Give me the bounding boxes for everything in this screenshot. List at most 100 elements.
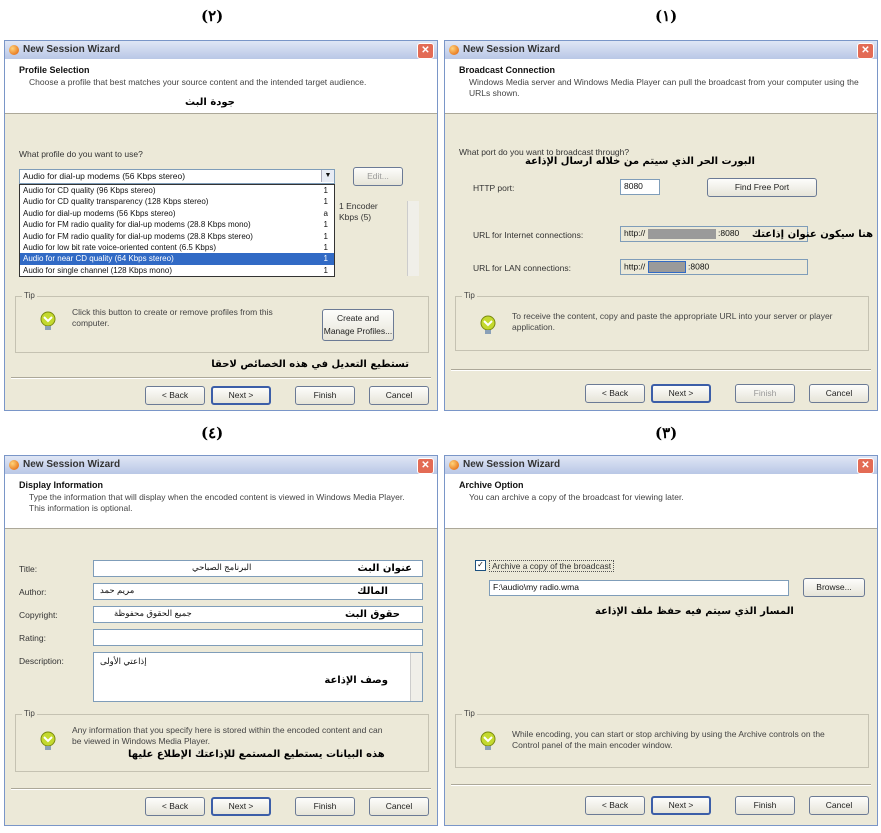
title-input[interactable]: البرنامج الصباحي عنوان البث	[93, 560, 423, 577]
header-title: Archive Option	[459, 480, 524, 490]
profile-suffix: 1	[323, 265, 328, 275]
tip-label: Tip	[462, 709, 477, 718]
wizard-header: Display Information Type the information…	[5, 474, 437, 529]
profile-list-item[interactable]: Audio for CD quality (96 Kbps stereo) 1	[20, 185, 334, 196]
separator	[11, 377, 431, 379]
lan-url-label: URL for LAN connections:	[473, 263, 571, 273]
window-title: New Session Wizard	[23, 459, 121, 470]
profile-suffix: 1	[323, 186, 328, 195]
back-button[interactable]: < Back	[145, 797, 205, 816]
finish-button[interactable]: Finish	[735, 796, 795, 815]
internet-url-scheme: http://	[624, 228, 646, 238]
profile-list-item[interactable]: Audio for CD quality transparency (128 K…	[20, 196, 334, 207]
separator	[11, 788, 431, 790]
next-button[interactable]: Next >	[651, 384, 711, 403]
copyright-label: Copyright:	[19, 610, 58, 620]
description-textarea[interactable]: إذاعتي الأولى وصف الإذاعة	[93, 652, 423, 702]
profile-list-item[interactable]: Audio for near CD quality (64 Kbps stere…	[20, 253, 334, 265]
lightbulb-icon	[480, 315, 496, 334]
cancel-button[interactable]: Cancel	[809, 796, 869, 815]
header-description: Type the information that will display w…	[29, 492, 419, 514]
window-title: New Session Wizard	[463, 44, 561, 55]
profile-name: Audio for CD quality (96 Kbps stereo)	[23, 186, 156, 195]
edit-profile-button[interactable]: Edit...	[353, 167, 403, 186]
profile-list-item[interactable]: Audio for low bit rate voice-oriented co…	[20, 242, 334, 253]
lan-url-field[interactable]: http:// :8080	[620, 259, 808, 275]
encoder-count: 1 Encoder	[339, 201, 378, 211]
archive-checkbox[interactable]: ✓	[475, 560, 486, 571]
close-button[interactable]: ✕	[417, 43, 434, 59]
chevron-down-icon[interactable]: ▼	[321, 170, 334, 182]
header-title: Broadcast Connection	[459, 65, 556, 75]
next-button[interactable]: Next >	[211, 386, 271, 405]
tip-label: Tip	[22, 291, 37, 300]
arabic-description-note: وصف الإذاعة	[324, 675, 388, 686]
app-icon	[449, 45, 459, 55]
profile-suffix: a	[323, 208, 328, 218]
profile-list[interactable]: Audio for CD quality (96 Kbps stereo) 1 Au…	[19, 184, 335, 277]
tip-group: Tip Any information that you specify her…	[15, 709, 429, 772]
next-button[interactable]: Next >	[651, 796, 711, 815]
find-free-port-button[interactable]: Find Free Port	[707, 178, 817, 197]
tip-group: Tip Click this button to create or remov…	[15, 291, 429, 353]
arabic-path-note: المسار الذي سيتم فيه حفظ ملف الإذاعة	[595, 606, 794, 617]
cancel-button[interactable]: Cancel	[369, 386, 429, 405]
redacted-ip	[647, 228, 716, 239]
finish-button[interactable]: Finish	[295, 386, 355, 405]
profile-name: Audio for low bit rate voice-oriented co…	[23, 242, 216, 252]
profile-list-item[interactable]: Audio for dial-up modems (56 Kbps stereo…	[20, 208, 334, 219]
back-button[interactable]: < Back	[145, 386, 205, 405]
rating-label: Rating:	[19, 633, 46, 643]
rating-input[interactable]	[93, 629, 423, 646]
close-button[interactable]: ✕	[857, 458, 874, 474]
header-description-line-1: Type the information that will display w…	[29, 492, 405, 502]
header-title: Profile Selection	[19, 65, 90, 75]
wizard-window-profile-selection: New Session Wizard ✕ Profile Selection C…	[4, 40, 438, 411]
app-icon	[449, 460, 459, 470]
profile-dropdown[interactable]: Audio for dial-up modems (56 Kbps stereo…	[19, 169, 335, 184]
finish-button[interactable]: Finish	[295, 797, 355, 816]
next-button[interactable]: Next >	[211, 797, 271, 816]
profile-question: What profile do you want to use?	[19, 149, 143, 159]
profile-name: Audio for FM radio quality for dial-up m…	[23, 220, 251, 230]
window-title: New Session Wizard	[463, 459, 561, 470]
profile-suffix: 1	[323, 254, 328, 264]
wizard-window-archive-option: New Session Wizard ✕ Archive Option You …	[444, 455, 878, 826]
copyright-input[interactable]: جميع الحقوق محفوظة حقوق البث	[93, 606, 423, 623]
profile-list-item[interactable]: Audio for FM radio quality for dial-up m…	[20, 219, 334, 230]
header-title: Display Information	[19, 480, 104, 490]
scrollbar[interactable]	[410, 653, 422, 701]
wizard-header: Broadcast Connection Windows Media serve…	[445, 59, 877, 114]
browse-button[interactable]: Browse...	[803, 578, 865, 597]
profile-name: Audio for CD quality transparency (128 K…	[23, 197, 209, 207]
scrollbar[interactable]	[407, 201, 419, 276]
tip-text: Any information that you specify here is…	[72, 725, 383, 746]
profile-list-item[interactable]: Audio for FM radio quality for dial-up m…	[20, 231, 334, 242]
arabic-url-note: هنا سيكون عنوان إذاعتك	[751, 229, 873, 240]
separator	[451, 369, 871, 371]
lightbulb-icon	[40, 311, 56, 330]
tip-text: To receive the content, copy and paste t…	[512, 311, 833, 332]
redacted-ip	[647, 261, 686, 273]
http-port-label: HTTP port:	[473, 183, 515, 193]
tip-text: Click this button to create or remove pr…	[72, 307, 273, 328]
cancel-button[interactable]: Cancel	[809, 384, 869, 403]
wizard-window-display-information: New Session Wizard ✕ Display Information…	[4, 455, 438, 826]
back-button[interactable]: < Back	[585, 384, 645, 403]
tip-group: Tip To receive the content, copy and pas…	[455, 291, 869, 351]
caption-panel-1: (١)	[655, 7, 678, 25]
profile-list-item[interactable]: Audio for single channel (128 Kbps mono)…	[20, 265, 334, 276]
close-button[interactable]: ✕	[417, 458, 434, 474]
cancel-button[interactable]: Cancel	[369, 797, 429, 816]
archive-path-input[interactable]: F:\audio\my radio.wma	[489, 580, 789, 596]
lightbulb-icon	[480, 731, 496, 750]
close-button[interactable]: ✕	[857, 43, 874, 59]
http-port-input[interactable]: 8080	[620, 179, 660, 195]
author-input[interactable]: مريم حمد المالك	[93, 583, 423, 600]
profile-suffix: 1	[323, 197, 328, 207]
internet-url-label: URL for Internet connections:	[473, 230, 584, 240]
back-button[interactable]: < Back	[585, 796, 645, 815]
wizard-window-broadcast-connection: New Session Wizard ✕ Broadcast Connectio…	[444, 40, 878, 411]
create-manage-profiles-button[interactable]: Create and Manage Profiles...	[322, 309, 394, 341]
finish-button[interactable]: Finish	[735, 384, 795, 403]
